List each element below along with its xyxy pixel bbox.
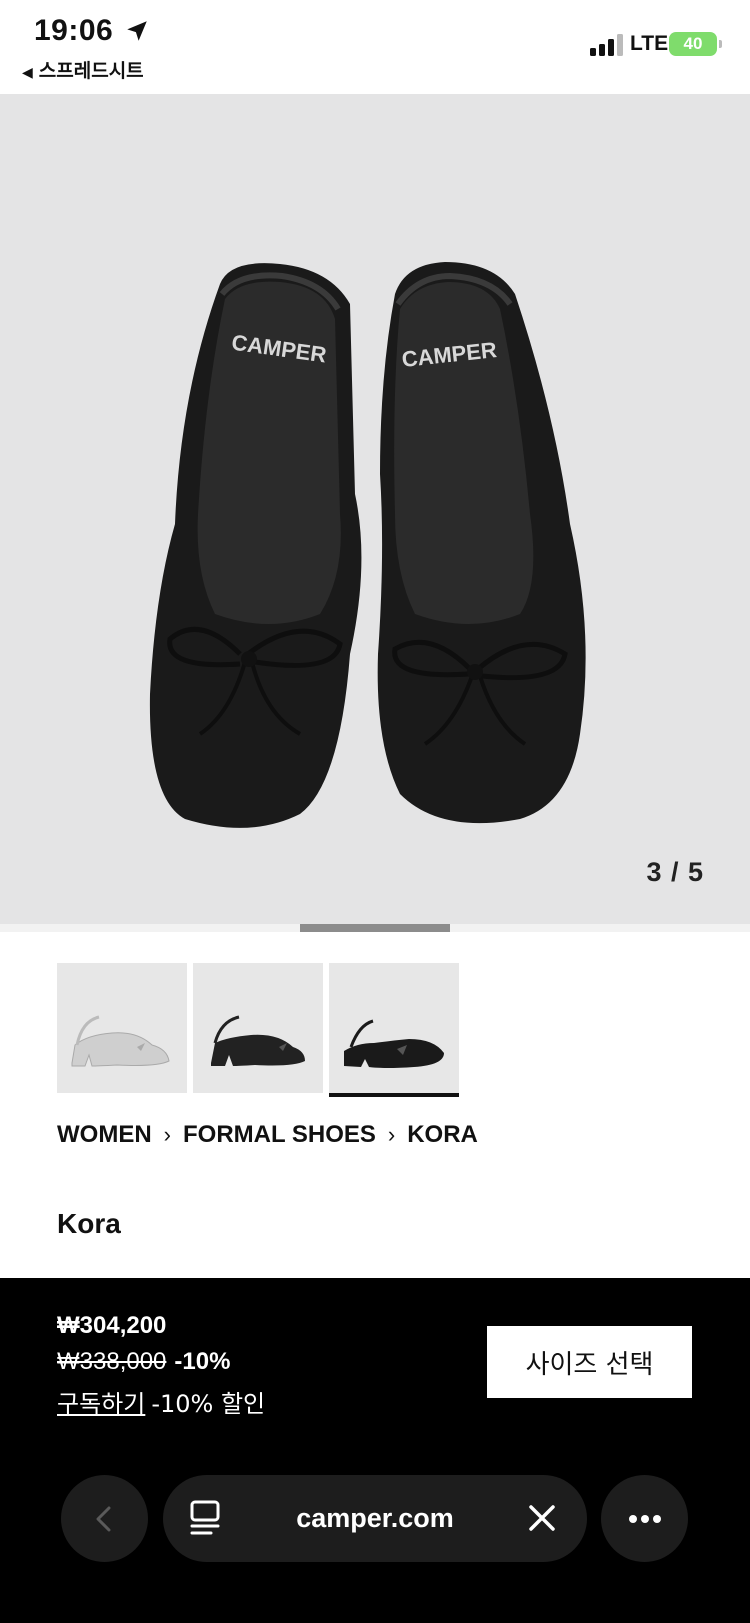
breadcrumb-kora[interactable]: KORA bbox=[407, 1121, 478, 1149]
original-price-row: ₩338,000 -10% bbox=[57, 1348, 230, 1376]
thumbnail-3[interactable] bbox=[329, 963, 459, 1097]
white-slingback-shoe-icon bbox=[71, 1015, 170, 1067]
subscribe-discount: -10% 할인 bbox=[151, 1390, 266, 1418]
breadcrumb-separator: › bbox=[387, 1122, 396, 1147]
image-counter: 3 / 5 bbox=[646, 857, 704, 887]
thumbnail-strip bbox=[57, 963, 459, 1097]
gallery-progress bbox=[0, 924, 750, 932]
more-options-button[interactable] bbox=[601, 1475, 688, 1562]
location-arrow-icon bbox=[127, 21, 147, 41]
select-size-button[interactable]: 사이즈 선택 bbox=[487, 1326, 692, 1398]
url-bar[interactable]: camper.com bbox=[163, 1475, 587, 1562]
price-bar: ₩304,200 ₩338,000 -10% 구독하기 -10% 할인 사이즈 선택… bbox=[0, 1278, 750, 1623]
breadcrumb-separator: › bbox=[163, 1122, 171, 1147]
current-price: ₩304,200 bbox=[57, 1312, 167, 1339]
breadcrumb: WOMEN › FORMAL SHOES › KORA bbox=[57, 1121, 478, 1149]
black-slingback-shoe-angle-icon bbox=[344, 1019, 444, 1068]
url-text: camper.com bbox=[296, 1503, 454, 1533]
shoe-photo: CAMPER CAMPER bbox=[149, 262, 586, 828]
left-shoe: CAMPER bbox=[149, 263, 362, 828]
status-time: 19:06 bbox=[34, 14, 114, 47]
back-app-label: 스프레드시트 bbox=[38, 60, 144, 82]
product-title: Kora bbox=[57, 1208, 121, 1239]
back-to-app-link[interactable]: ◀ 스프레드시트 bbox=[22, 56, 144, 83]
right-shoe: CAMPER bbox=[377, 262, 586, 824]
browser-back-button[interactable] bbox=[61, 1475, 148, 1562]
status-bar: 19:06 ◀ 스프레드시트 LTE 40 bbox=[0, 0, 750, 94]
subscribe-link[interactable]: 구독하기 bbox=[57, 1390, 145, 1418]
more-icon bbox=[628, 1514, 661, 1523]
signal-icon bbox=[590, 34, 623, 56]
network-label: LTE bbox=[630, 32, 669, 55]
discount-badge: -10% bbox=[174, 1348, 231, 1375]
product-image[interactable]: CAMPER CAMPER 3 / 5 bbox=[0, 94, 750, 924]
battery-level: 40 bbox=[683, 34, 703, 53]
chevron-left-icon bbox=[96, 1506, 110, 1531]
black-slingback-shoe-icon bbox=[211, 1015, 305, 1066]
back-triangle-icon: ◀ bbox=[22, 65, 33, 81]
subscribe-row: 구독하기 -10% 할인 bbox=[57, 1384, 265, 1419]
close-icon[interactable] bbox=[527, 1503, 557, 1533]
battery-icon: 40 bbox=[669, 32, 722, 56]
thumbnail-1[interactable] bbox=[57, 963, 187, 1093]
thumbnail-2[interactable] bbox=[193, 963, 323, 1093]
gallery-progress-fill bbox=[300, 924, 450, 932]
breadcrumb-women[interactable]: WOMEN bbox=[57, 1121, 152, 1149]
breadcrumb-formal-shoes[interactable]: FORMAL SHOES bbox=[183, 1121, 376, 1149]
original-price: ₩338,000 bbox=[57, 1348, 167, 1375]
